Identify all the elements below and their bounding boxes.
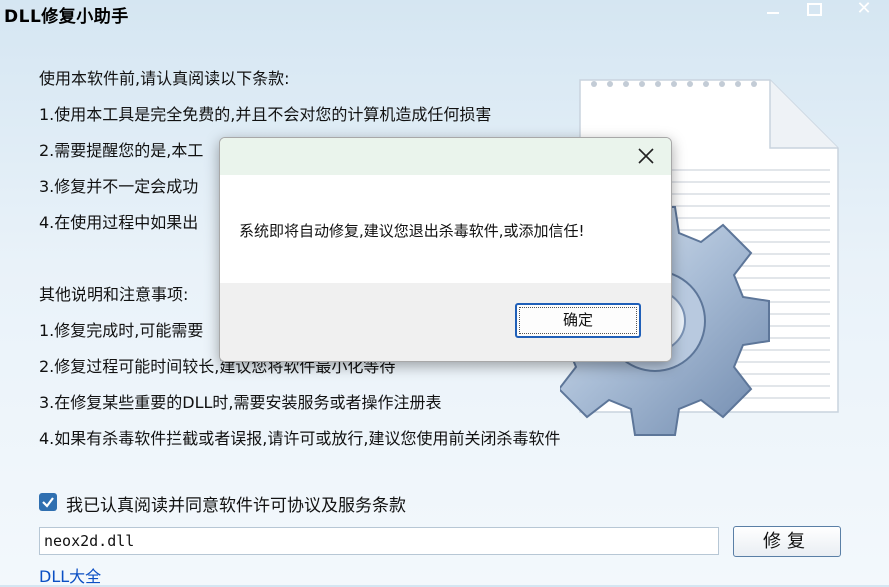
checkmark-icon xyxy=(42,497,54,508)
agreement-checkbox[interactable] xyxy=(39,493,57,511)
notes-heading: 其他说明和注意事项: xyxy=(39,285,189,304)
intro-item-3: 3.修复并不一定会成功 xyxy=(39,177,199,196)
intro-item-4: 4.在使用过程中如果出 xyxy=(39,213,199,232)
maximize-button[interactable] xyxy=(796,0,832,22)
window-title: DLL修复小助手 xyxy=(4,7,129,27)
close-icon: ✕ xyxy=(856,0,872,19)
notes-item-3: 3.在修复某些重要的DLL时,需要安装服务或者操作注册表 xyxy=(39,393,442,412)
intro-item-1: 1.使用本工具是完全免费的,并且不会对您的计算机造成任何损害 xyxy=(39,105,492,124)
title-bar: DLL修复小助手 ✕ xyxy=(0,0,889,28)
dialog-footer: 确定 xyxy=(220,283,671,361)
dialog-header xyxy=(220,138,671,175)
agreement-label[interactable]: 我已认真阅读并同意软件许可协议及服务条款 xyxy=(66,491,406,516)
repair-button[interactable]: 修复 xyxy=(733,526,841,557)
maximize-icon xyxy=(806,3,822,16)
confirm-dialog: 系统即将自动修复,建议您退出杀毒软件,或添加信任! 确定 xyxy=(219,137,672,362)
close-button[interactable]: ✕ xyxy=(846,0,882,22)
notes-item-1: 1.修复完成时,可能需要 xyxy=(39,321,204,340)
close-icon[interactable] xyxy=(636,146,656,166)
intro-heading: 使用本软件前,请认真阅读以下条款: xyxy=(39,69,290,88)
minimize-icon xyxy=(767,12,779,14)
minimize-button[interactable] xyxy=(755,0,791,22)
intro-item-2: 2.需要提醒您的是,本工 xyxy=(39,141,204,160)
dll-library-link[interactable]: DLL大全 xyxy=(39,563,101,587)
dialog-message: 系统即将自动修复,建议您退出杀毒软件,或添加信任! xyxy=(239,222,585,240)
dll-name-input[interactable]: neox2d.dll xyxy=(39,527,719,555)
focus-ring xyxy=(519,307,637,334)
dialog-body: 系统即将自动修复,建议您退出杀毒软件,或添加信任! xyxy=(220,175,671,283)
notes-item-4: 4.如果有杀毒软件拦截或者误报,请许可或放行,建议您使用前关闭杀毒软件 xyxy=(39,429,561,448)
ok-button[interactable]: 确定 xyxy=(515,303,641,338)
